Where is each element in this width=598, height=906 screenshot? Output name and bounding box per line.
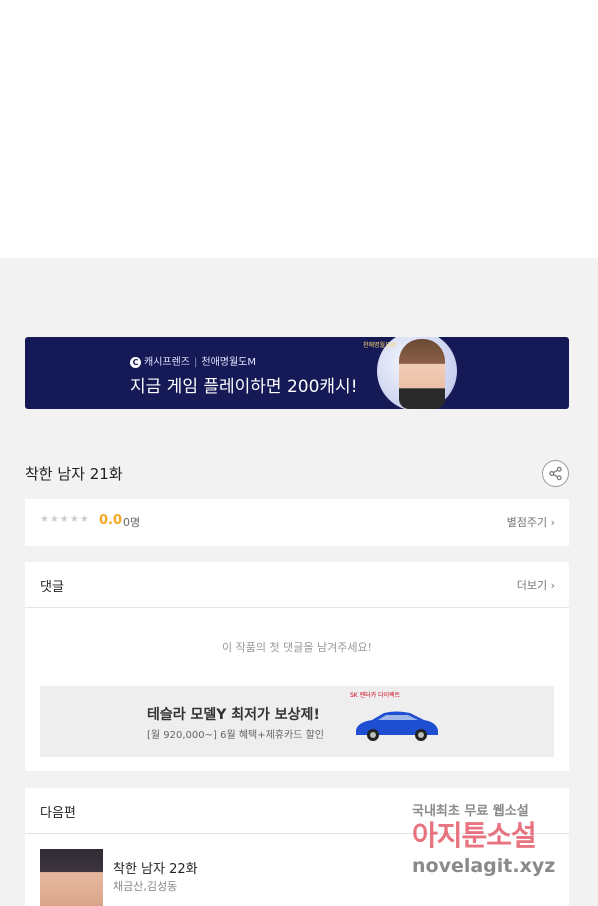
ad-title: 테슬라 모델Y 최저가 보상제! [147,707,320,723]
comments-card: 댓글 더보기 › 이 작품의 첫 댓글을 남겨주세요! 테슬라 모델Y 최저가 … [25,562,569,771]
comments-more-link[interactable]: 더보기 › [517,577,555,593]
banner-brand-line: C 캐시프렌즈 | 천애명월도M [130,353,256,368]
next-episode-thumbnail[interactable] [40,849,103,906]
rating-count: 0명 [123,516,141,529]
next-episode-authors: 채금산,김성동 [113,880,178,893]
car-ad-banner[interactable]: 테슬라 모델Y 최저가 보상제! [월 920,000~] 6월 혜택+제휴카드… [40,686,554,757]
game-ad-banner[interactable]: C 캐시프렌즈 | 천애명월도M 지금 게임 플레이하면 200캐시! 천애명월도M [25,337,569,409]
share-icon [549,466,562,481]
cash-friends-logo-icon: C [130,356,141,368]
episode-title: 착한 남자 21화 [25,465,123,483]
banner-headline: 지금 게임 플레이하면 200캐시! [130,377,358,397]
banner-character-image [399,339,445,409]
next-episode-title[interactable]: 착한 남자 22화 [113,858,198,877]
banner-game-logo: 천애명월도M [363,342,396,349]
rate-button[interactable]: 별점주기 › [507,514,555,530]
banner-separator: | [194,357,198,368]
top-blank-area [0,0,598,258]
rating-stars-icon: ★★★★★ [40,514,90,525]
banner-brand: 캐시프렌즈 [144,357,190,368]
comments-empty-message: 이 작품의 첫 댓글을 남겨주세요! [222,641,372,654]
banner-game-name: 천애명월도M [201,357,257,368]
ad-brand-logo: SK 렌터카 다이렉트 [350,692,401,699]
rating-score: 0.0 [99,513,123,528]
ad-subtitle: [월 920,000~] 6월 혜택+제휴카드 할인 [147,730,324,741]
car-icon [356,711,438,741]
comments-header: 댓글 더보기 › [25,562,569,608]
next-episode-card[interactable]: 다음편 착한 남자 22화 채금산,김성동 [25,788,569,906]
comments-title: 댓글 [40,580,64,595]
share-button[interactable] [542,460,569,487]
next-episode-label: 다음편 [40,806,76,821]
next-episode-header: 다음편 [25,788,569,834]
rating-card: ★★★★★ 0.0 0명 별점주기 › [25,499,569,546]
